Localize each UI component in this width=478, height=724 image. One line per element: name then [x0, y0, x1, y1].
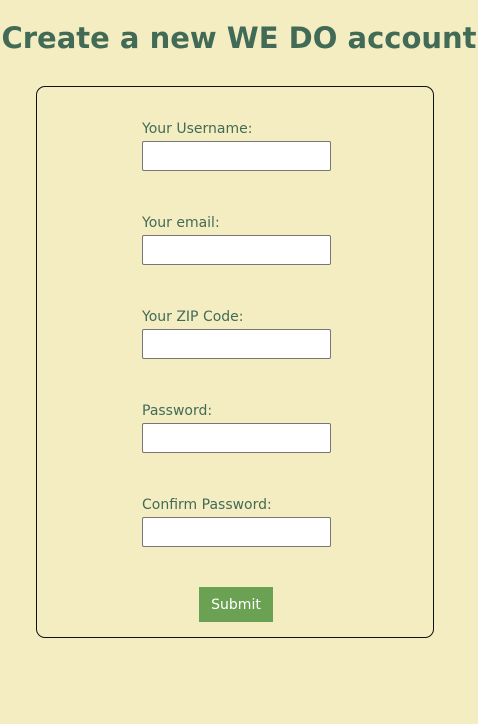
password-field[interactable] — [142, 423, 331, 453]
email-field[interactable] — [142, 235, 331, 265]
submit-button[interactable]: Submit — [199, 587, 273, 622]
username-field[interactable] — [142, 141, 331, 171]
password-label: Password: — [142, 403, 213, 419]
username-label: Your Username: — [142, 121, 253, 137]
signup-form: Your Username: Your email: Your ZIP Code… — [36, 86, 434, 638]
zip-code-label: Your ZIP Code: — [142, 309, 244, 325]
email-label: Your email: — [142, 215, 220, 231]
confirm-password-field[interactable] — [142, 517, 331, 547]
page-title: Create a new WE DO account — [1, 21, 477, 55]
zip-code-field[interactable] — [142, 329, 331, 359]
confirm-password-label: Confirm Password: — [142, 497, 272, 513]
